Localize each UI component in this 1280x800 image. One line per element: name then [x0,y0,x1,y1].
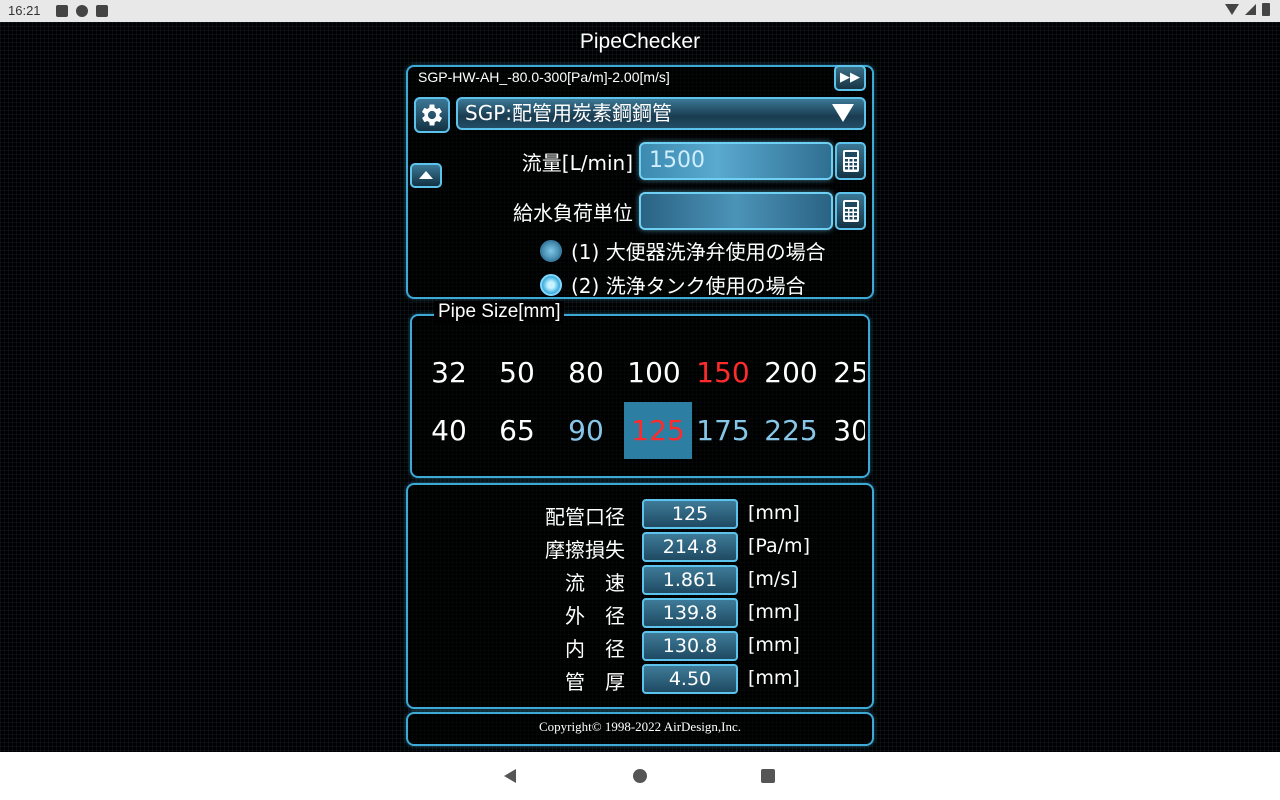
results-panel [406,483,874,709]
data-saver-icon [76,5,88,17]
gear-icon [421,104,443,126]
result-value: 125 [642,499,738,529]
result-value: 1.861 [642,565,738,595]
app-screen: PipeChecker SGP-HW-AH_-80.0-300[Pa/m]-2.… [0,22,1280,752]
radio-button[interactable] [540,273,562,296]
result-label: 流 速 [565,571,625,595]
pipe-size-grid: 325080100150200250 406590125175225300 [415,332,865,462]
recent-apps-icon[interactable] [761,769,775,783]
radio-button[interactable] [540,239,562,262]
pipe-size-cell[interactable]: 40 [415,402,483,459]
pipe-size-cell[interactable]: 300 [826,402,865,459]
result-unit: [Pa/m] [748,535,810,557]
pipe-size-label: Pipe Size[mm] [434,301,565,323]
load-calculator-button[interactable] [835,192,866,230]
result-value: 130.8 [642,631,738,661]
home-icon[interactable] [633,769,647,783]
calculator-icon [842,200,859,222]
spec-text: SGP-HW-AH_-80.0-300[Pa/m]-2.00[m/s] [418,69,670,85]
pipe-size-cell[interactable]: 80 [552,344,620,401]
load-unit-label: 給水負荷単位 [513,201,633,225]
pipe-size-cell[interactable]: 250 [826,344,865,401]
pipe-size-cell[interactable]: 90 [552,402,620,459]
flow-label: 流量[L/min] [521,151,633,175]
radio-flush-tank[interactable]: (2) 洗浄タンク使用の場合 [540,270,806,299]
result-unit: [mm] [748,601,800,623]
radio-label: (2) 洗浄タンク使用の場合 [571,274,806,298]
pipe-size-cell[interactable]: 225 [757,402,825,459]
result-unit: [mm] [748,634,800,656]
status-time: 16:21 [8,3,41,18]
result-label: 内 径 [565,637,625,661]
notification-a-icon [56,5,68,17]
result-label: 配管口径 [545,505,625,529]
pipe-size-cell[interactable]: 125 [624,402,692,459]
calculator-icon [842,150,859,172]
fast-forward-button[interactable]: ▶▶ [834,65,866,91]
result-unit: [mm] [748,502,800,524]
radio-label: (1) 大便器洗浄弁使用の場合 [571,240,826,264]
pipe-size-cell[interactable]: 100 [620,344,688,401]
navigation-bar [0,752,1280,800]
pipe-size-cell[interactable]: 65 [483,402,551,459]
flow-input[interactable]: 1500 [639,142,833,180]
pipe-size-cell[interactable]: 50 [483,344,551,401]
load-unit-input[interactable] [639,192,833,230]
result-label: 管 厚 [565,670,625,694]
battery-icon [1262,3,1270,16]
triangle-up-icon [419,171,433,179]
sd-card-icon [96,5,108,17]
pipe-type-dropdown[interactable]: SGP:配管用炭素鋼鋼管 [456,97,866,130]
copyright-text: Copyright© 1998-2022 AirDesign,Inc. [539,719,741,734]
result-value: 4.50 [642,664,738,694]
pipe-size-cell[interactable]: 32 [415,344,483,401]
result-unit: [m/s] [748,568,798,590]
pipe-size-cell[interactable]: 175 [689,402,757,459]
dropdown-arrow-icon [832,104,854,122]
wifi-icon [1225,4,1239,15]
pipe-type-value: SGP:配管用炭素鋼鋼管 [465,101,672,125]
result-value: 139.8 [642,598,738,628]
pipe-size-cell[interactable]: 200 [757,344,825,401]
result-value: 214.8 [642,532,738,562]
status-bar: 16:21 [0,0,1280,22]
result-label: 摩擦損失 [545,538,625,562]
pipe-size-cell[interactable]: 150 [689,344,757,401]
back-icon[interactable] [504,769,516,783]
flow-calculator-button[interactable] [835,142,866,180]
result-label: 外 径 [565,604,625,628]
app-title: PipeChecker [579,30,701,53]
result-unit: [mm] [748,667,800,689]
settings-button[interactable] [414,97,450,133]
radio-flush-valve[interactable]: (1) 大便器洗浄弁使用の場合 [540,236,826,265]
signal-icon [1245,4,1256,15]
